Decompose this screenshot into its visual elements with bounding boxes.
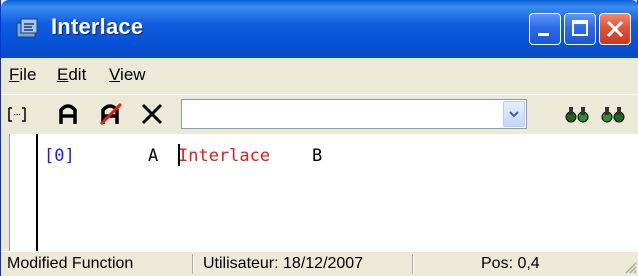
- combo-dropdown-button[interactable]: [503, 101, 525, 127]
- status-position: Pos: 0,4: [481, 255, 540, 272]
- status-bar: Modified Function Utilisateur: 18/12/200…: [1, 251, 638, 276]
- chevron-down-icon: [509, 111, 519, 118]
- close-button[interactable]: [599, 13, 631, 45]
- find-previous-icon[interactable]: [599, 99, 627, 129]
- menu-bar: File Edit View: [1, 58, 638, 94]
- left-argument: A: [148, 146, 159, 166]
- search-combo[interactable]: [181, 99, 527, 129]
- window-title: Interlace: [51, 14, 144, 39]
- right-argument: B: [312, 146, 323, 166]
- function-name: Interlace: [178, 146, 271, 166]
- resize-grip-icon[interactable]: [623, 260, 637, 274]
- title-bar[interactable]: Interlace: [1, 0, 638, 58]
- status-state: Modified Function: [7, 255, 134, 272]
- code-editor[interactable]: [0] A Interlace B: [9, 134, 638, 251]
- text-caret: [178, 144, 180, 166]
- maximize-icon: [572, 20, 588, 36]
- bracket-icon[interactable]: [5, 99, 29, 129]
- status-separator: [412, 254, 414, 274]
- toolbar: [1, 94, 638, 134]
- status-user: Utilisateur: 18/12/2007: [203, 255, 364, 272]
- menu-view[interactable]: View: [109, 65, 146, 85]
- gutter-divider: [36, 134, 38, 251]
- menu-file[interactable]: File: [9, 65, 36, 85]
- minimize-icon: [538, 33, 549, 36]
- font-a-strike-icon[interactable]: [97, 99, 125, 129]
- delete-x-icon[interactable]: [139, 99, 165, 129]
- status-separator: [192, 254, 194, 274]
- line-index: [0]: [44, 146, 75, 166]
- app-icon: [16, 18, 38, 38]
- font-a-icon[interactable]: [55, 99, 81, 129]
- app-window: Interlace File Edit View [0] A Interlace…: [0, 0, 638, 276]
- menu-edit[interactable]: Edit: [57, 65, 86, 85]
- minimize-button[interactable]: [529, 13, 561, 45]
- find-next-icon[interactable]: [563, 99, 591, 129]
- close-icon: [606, 20, 624, 38]
- maximize-button[interactable]: [564, 13, 596, 45]
